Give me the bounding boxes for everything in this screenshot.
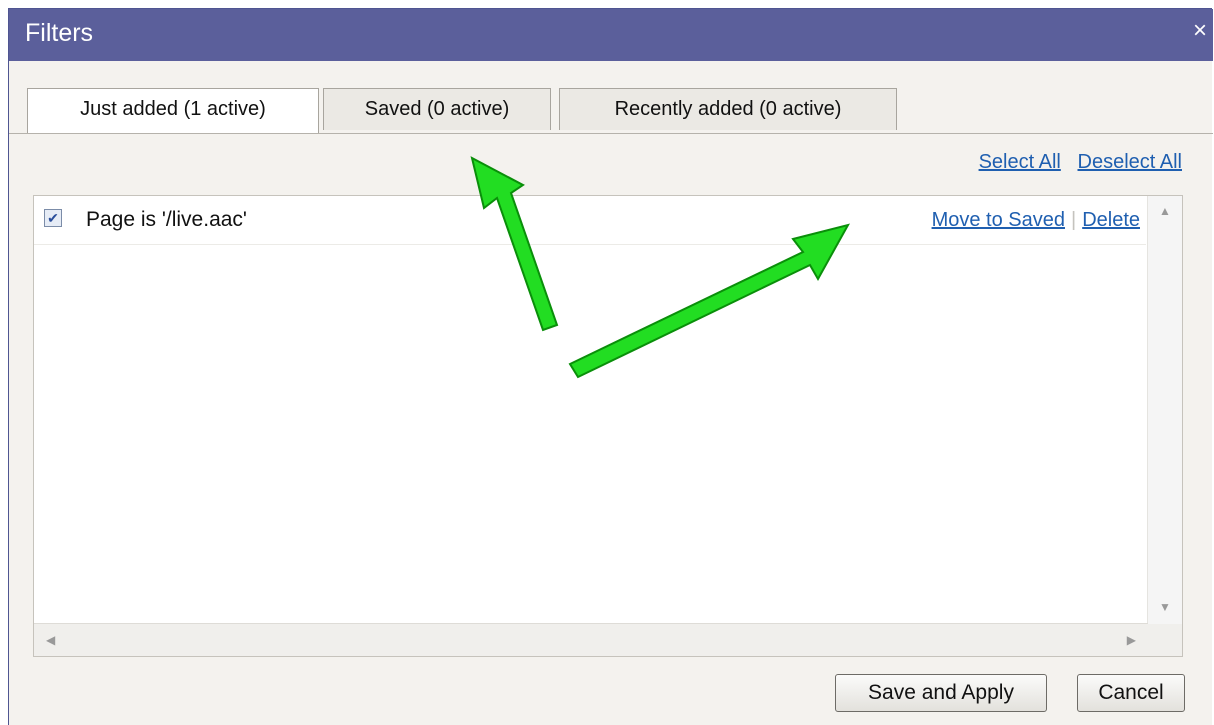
move-to-saved-link[interactable]: Move to Saved <box>932 209 1065 231</box>
dialog-title: Filters <box>25 19 94 47</box>
scroll-up-icon[interactable]: ▲ <box>1159 204 1171 218</box>
tab-recently-added-label: Recently added (0 active) <box>614 98 842 120</box>
tab-divider <box>9 133 1213 134</box>
save-and-apply-label: Save and Apply <box>868 681 1014 704</box>
scroll-right-icon[interactable]: ▶ <box>1127 633 1136 647</box>
deselect-all-link[interactable]: Deselect All <box>1078 151 1183 173</box>
scroll-left-icon[interactable]: ◀ <box>46 633 55 647</box>
selection-links: Select All Deselect All <box>979 151 1182 174</box>
cancel-label: Cancel <box>1098 681 1164 704</box>
title-bar: Filters × <box>9 9 1213 61</box>
filter-checkbox[interactable]: ✔ <box>44 209 62 227</box>
action-separator: | <box>1070 209 1077 231</box>
filter-label: Page is '/live.aac' <box>86 208 247 231</box>
tab-saved[interactable]: Saved (0 active) <box>323 88 551 130</box>
select-all-link[interactable]: Select All <box>979 151 1061 173</box>
filters-dialog: Filters × Just added (1 active) Saved (0… <box>8 8 1213 725</box>
horizontal-scrollbar[interactable]: ◀ ▶ <box>34 623 1148 656</box>
close-icon[interactable]: × <box>1193 19 1207 43</box>
save-and-apply-button[interactable]: Save and Apply <box>835 674 1047 712</box>
cancel-button[interactable]: Cancel <box>1077 674 1185 712</box>
vertical-scrollbar[interactable]: ▲ ▼ <box>1147 196 1182 626</box>
list-item: ✔ Page is '/live.aac' Move to Saved | Dele… <box>34 196 1146 245</box>
delete-link[interactable]: Delete <box>1082 209 1140 231</box>
scroll-down-icon[interactable]: ▼ <box>1159 600 1171 614</box>
tab-recently-added[interactable]: Recently added (0 active) <box>559 88 897 130</box>
tab-saved-label: Saved (0 active) <box>364 98 510 120</box>
scrollbar-corner <box>1148 624 1182 656</box>
tab-just-added-label: Just added (1 active) <box>80 98 266 120</box>
tab-just-added[interactable]: Just added (1 active) <box>27 88 319 134</box>
row-actions: Move to Saved | Delete <box>932 209 1140 232</box>
filter-list: ✔ Page is '/live.aac' Move to Saved | Dele… <box>33 195 1183 657</box>
